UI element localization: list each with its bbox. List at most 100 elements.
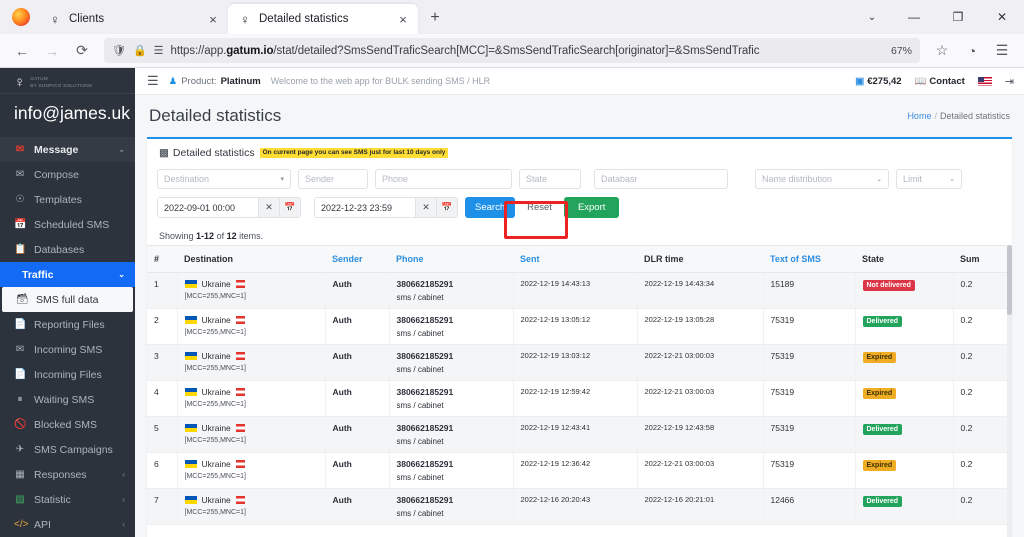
limit-select[interactable]: Limit ⌄ (896, 169, 962, 189)
save-to-pocket-icon[interactable]: ◔ (958, 38, 986, 64)
zoom-level-indicator[interactable]: 67% (887, 45, 912, 57)
sidebar-item-sms-full-data[interactable]: 🗃 SMS full data (2, 287, 133, 312)
sidebar-item-incoming-files[interactable]: 📄 Incoming Files (0, 362, 135, 387)
reload-icon[interactable]: ⟳ (68, 38, 96, 64)
destination-select[interactable]: Destination ▾ (157, 169, 291, 189)
table-row[interactable]: 4 Ukraine [MCC=255,MNC=1] Auth 380662185291 s… (147, 380, 1012, 417)
table-row[interactable]: 3 Ukraine [MCC=255,MNC=1] Auth 380662185291 s… (147, 344, 1012, 381)
gatum-logo-icon: ♀ (240, 11, 250, 27)
calendar-icon[interactable]: 📅 (436, 198, 457, 217)
url-text: https://app.gatum.io/stat/detailed?SmsSe… (170, 44, 760, 57)
sidebar-item-message[interactable]: ✉ Message ⌄ (0, 137, 135, 162)
sidebar-item-sms-campaigns[interactable]: ✈ SMS Campaigns (0, 437, 135, 462)
code-icon: </> (14, 519, 29, 530)
calendar-icon: 📅 (14, 219, 27, 230)
date-to-input[interactable]: 2022-12-23 23:59 (315, 198, 415, 217)
sidebar-item-templates[interactable]: ☉ Templates (0, 187, 135, 212)
logout-icon[interactable]: ⇥ (1005, 75, 1014, 88)
close-icon[interactable]: × (394, 10, 412, 28)
sidebar-item-waiting-sms[interactable]: ⏸ Waiting SMS (0, 387, 135, 412)
showing-range: 1-12 (196, 231, 215, 241)
reset-button[interactable]: Reset (522, 197, 557, 218)
sidebar-item-responses[interactable]: ▦ Responses ‹ (0, 462, 135, 487)
phone-input[interactable]: Phone (375, 169, 512, 189)
close-icon[interactable]: × (204, 10, 222, 28)
contact-link[interactable]: 📖 Contact (915, 76, 965, 87)
forward-icon[interactable]: → (38, 38, 66, 64)
back-icon[interactable]: ← (8, 38, 36, 64)
page-header: Detailed statistics Home / Detailed statis… (135, 95, 1024, 137)
operator-icon (235, 424, 245, 432)
clear-icon[interactable]: ✕ (415, 198, 436, 217)
pause-circle-icon: ⏸ (17, 394, 23, 405)
database-icon: 🗃 (16, 294, 29, 305)
app-menu-icon[interactable]: ☰ (988, 38, 1016, 64)
close-window-button[interactable]: ✕ (980, 0, 1024, 34)
database-input[interactable]: Databasr (594, 169, 728, 189)
column-text-of-sms[interactable]: Text of SMS (763, 245, 855, 273)
new-tab-button[interactable]: + (426, 9, 444, 27)
column-sender[interactable]: Sender (325, 245, 389, 273)
sidebar-item-api[interactable]: </> API ‹ (0, 512, 135, 537)
cell-phone: 380662185291 sms / cabinet (389, 452, 514, 489)
flag-ukraine-icon (184, 352, 197, 360)
state-input[interactable]: State (519, 169, 581, 189)
sidebar-item-incoming-sms[interactable]: ✉ Incoming SMS (0, 337, 135, 362)
shield-icon[interactable]: 🛡 (112, 44, 126, 57)
bar-chart-icon: ▧ (15, 494, 25, 505)
sidebar-item-compose[interactable]: ✉ Compose (0, 162, 135, 187)
flag-ukraine-icon (184, 280, 197, 288)
clear-icon[interactable]: ✕ (258, 198, 279, 217)
page-actions-icon[interactable]: ☰ (154, 44, 164, 57)
sidebar-item-label: Blocked SMS (34, 418, 98, 431)
flag-ukraine-icon (184, 316, 197, 324)
cell-sum: 0.2 (953, 344, 1010, 381)
date-from-group[interactable]: 2022-09-01 00:00 ✕ 📅 (157, 197, 301, 218)
sidebar: ♀ GATUM BY SUNPICO SOLUTIONS info@james.u… (0, 68, 135, 537)
maximize-button[interactable]: ❐ (936, 0, 980, 34)
app-body: ♀ GATUM BY SUNPICO SOLUTIONS info@james.u… (0, 68, 1024, 537)
sidebar-item-blocked-sms[interactable]: 🚫 Blocked SMS (0, 412, 135, 437)
table-row[interactable]: 5 Ukraine [MCC=255,MNC=1] Auth 380662185291 s… (147, 416, 1012, 453)
table-row[interactable]: 6 Ukraine [MCC=255,MNC=1] Auth 380662185291 s… (147, 452, 1012, 489)
star-icon[interactable]: ☆ (928, 38, 956, 64)
column-phone[interactable]: Phone (389, 245, 513, 273)
info-note: On current page you can see SMS just for… (259, 147, 449, 159)
destination-country: Ukraine (201, 495, 231, 505)
sidebar-item-statistic[interactable]: ▧ Statistic ‹ (0, 487, 135, 512)
browser-tab-detailed-statistics[interactable]: ♀ Detailed statistics × (228, 4, 418, 34)
brand-logo[interactable]: ♀ GATUM BY SUNPICO SOLUTIONS (0, 68, 135, 94)
table-row[interactable]: 2 Ukraine [MCC=255,MNC=1] Auth 380662185291 s… (147, 308, 1012, 345)
filter-form: Destination ▾ Sender Phone State Databas… (147, 165, 1012, 239)
balance-indicator[interactable]: ▣ €275,42 (855, 76, 901, 87)
sidebar-item-reporting-files[interactable]: 📄 Reporting Files (0, 312, 135, 337)
sidebar-item-databases[interactable]: 📋 Databases (0, 237, 135, 262)
date-to-group[interactable]: 2022-12-23 23:59 ✕ 📅 (314, 197, 458, 218)
minimize-button[interactable]: — (892, 0, 936, 34)
breadcrumb-home[interactable]: Home (907, 111, 931, 121)
search-button[interactable]: Search (465, 197, 516, 218)
firefox-logo-icon (12, 8, 30, 26)
panel-title: ▩ Detailed statistics (159, 147, 255, 159)
table-scrollbar-thumb[interactable] (1007, 245, 1012, 315)
column-sent[interactable]: Sent (513, 245, 637, 273)
sidebar-item-traffic[interactable]: Traffic ⌄ (0, 262, 135, 287)
date-from-input[interactable]: 2022-09-01 00:00 (158, 198, 258, 217)
table-row[interactable]: 1 Ukraine [MCC=255,MNC=1] Auth 380662185291 s… (147, 272, 1012, 309)
flag-us-icon[interactable] (977, 76, 992, 86)
export-button[interactable]: Export (563, 197, 620, 218)
sidebar-item-scheduled-sms[interactable]: 📅 Scheduled SMS (0, 212, 135, 237)
hamburger-icon[interactable]: ☰ (147, 73, 159, 89)
table-scrollbar[interactable] (1007, 245, 1012, 537)
sender-input[interactable]: Sender (298, 169, 368, 189)
chevron-left-icon: ‹ (122, 520, 125, 529)
cell-index: 3 (147, 344, 178, 381)
cell-destination: Ukraine [MCC=255,MNC=1] (177, 488, 326, 525)
browser-tab-clients[interactable]: ♀ Clients × (38, 4, 228, 34)
address-bar[interactable]: 🛡 🔒 ☰ https://app.gatum.io/stat/detailed… (104, 38, 920, 63)
name-distribution-select[interactable]: Name distribution ⌄ (755, 169, 889, 189)
calendar-icon[interactable]: 📅 (279, 198, 300, 217)
lock-icon[interactable]: 🔒 (133, 44, 147, 57)
table-row[interactable]: 7 Ukraine [MCC=255,MNC=1] Auth 380662185291 s… (147, 488, 1012, 525)
list-all-tabs-icon[interactable]: ⌄ (852, 0, 892, 34)
